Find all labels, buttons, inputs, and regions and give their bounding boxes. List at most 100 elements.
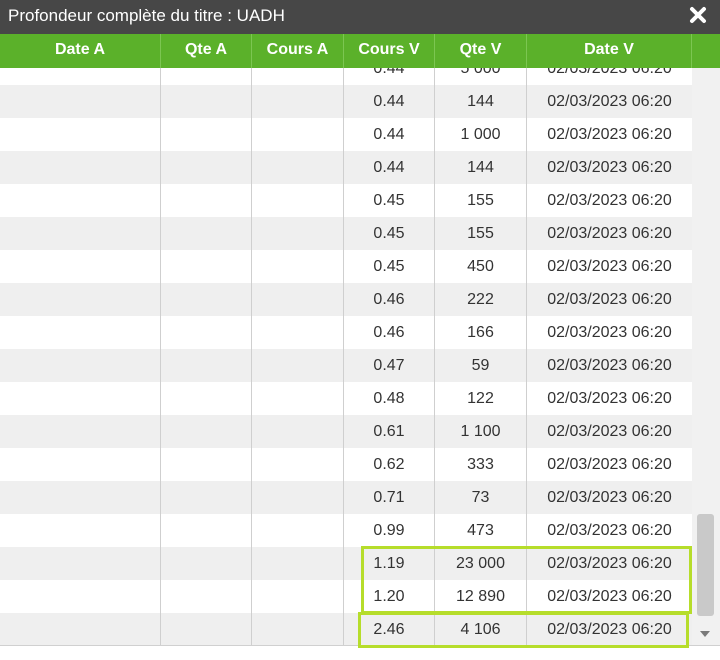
cell-date-a — [0, 382, 161, 415]
table-row[interactable]: 0.44 144 02/03/2023 06:20 — [0, 151, 692, 184]
table-row[interactable]: 2.46 4 106 02/03/2023 06:20 — [0, 613, 692, 645]
table-row[interactable]: 0.45 155 02/03/2023 06:20 — [0, 217, 692, 250]
cell-qte-a — [161, 514, 252, 547]
table-row[interactable]: 0.62 333 02/03/2023 06:20 — [0, 448, 692, 481]
header-filler — [692, 34, 720, 68]
cell-cours-v: 0.44 — [344, 118, 435, 151]
close-icon[interactable] — [688, 5, 708, 25]
cell-qte-a — [161, 68, 252, 85]
cell-cours-v: 2.46 — [344, 613, 435, 645]
dialog-title: Profondeur complète du titre : UADH — [8, 6, 285, 25]
cell-date-v: 02/03/2023 06:20 — [547, 93, 672, 110]
column-header-qte-a[interactable]: Qte A — [161, 34, 252, 68]
cell-qte-a — [161, 415, 252, 448]
cell-cours-v: 0.71 — [344, 481, 435, 514]
cell-qte-v: 222 — [435, 283, 527, 316]
table-header: Date A Qte A Cours A Cours V Qte V Date … — [0, 34, 720, 68]
table-row[interactable]: 0.99 473 02/03/2023 06:20 — [0, 514, 692, 547]
table-row[interactable]: 0.44 144 02/03/2023 06:20 — [0, 85, 692, 118]
cell-date-v: 02/03/2023 06:20 — [547, 225, 672, 242]
cell-date-a — [0, 349, 161, 382]
vertical-scrollbar[interactable] — [692, 68, 720, 645]
cell-date-v: 02/03/2023 06:20 — [547, 192, 672, 209]
cell-qte-a — [161, 613, 252, 645]
cell-qte-a — [161, 547, 252, 580]
table-row[interactable]: 1.19 23 000 02/03/2023 06:20 — [0, 547, 692, 580]
table-row[interactable]: 0.61 1 100 02/03/2023 06:20 — [0, 415, 692, 448]
cell-date-a — [0, 118, 161, 151]
table-row[interactable]: 0.45 155 02/03/2023 06:20 — [0, 184, 692, 217]
cell-cours-v: 0.48 — [344, 382, 435, 415]
cell-qte-v: 5 000 — [435, 68, 527, 85]
cell-qte-v: 450 — [435, 250, 527, 283]
cell-date-a — [0, 184, 161, 217]
table-row[interactable]: 0.46 166 02/03/2023 06:20 — [0, 316, 692, 349]
cell-cours-a — [252, 250, 344, 283]
column-header-qte-v[interactable]: Qte V — [435, 34, 527, 68]
cell-qte-a — [161, 151, 252, 184]
cell-qte-v: 473 — [435, 514, 527, 547]
cell-date-v: 02/03/2023 06:20 — [547, 126, 672, 143]
cell-cours-a — [252, 349, 344, 382]
cell-cours-a — [252, 415, 344, 448]
table-row[interactable]: 0.45 450 02/03/2023 06:20 — [0, 250, 692, 283]
cell-cours-v: 0.46 — [344, 316, 435, 349]
cell-date-a — [0, 448, 161, 481]
table-row[interactable]: 0.44 5 000 02/03/2023 06:20 — [0, 68, 692, 85]
table-row[interactable]: 0.44 1 000 02/03/2023 06:20 — [0, 118, 692, 151]
cell-date-a — [0, 68, 161, 85]
table-row[interactable]: 0.48 122 02/03/2023 06:20 — [0, 382, 692, 415]
cell-qte-v: 144 — [435, 151, 527, 184]
cell-date-v: 02/03/2023 06:20 — [547, 588, 672, 605]
cell-cours-a — [252, 184, 344, 217]
cell-date-a — [0, 217, 161, 250]
cell-cours-v: 0.45 — [344, 184, 435, 217]
cell-cours-v: 0.44 — [344, 151, 435, 184]
cell-cours-v: 0.45 — [344, 217, 435, 250]
cell-qte-a — [161, 283, 252, 316]
column-header-cours-v[interactable]: Cours V — [344, 34, 435, 68]
cell-cours-a — [252, 217, 344, 250]
column-header-date-a[interactable]: Date A — [0, 34, 161, 68]
column-header-date-v[interactable]: Date V — [527, 34, 692, 68]
cell-qte-v: 59 — [435, 349, 527, 382]
cell-qte-a — [161, 580, 252, 613]
cell-date-v: 02/03/2023 06:20 — [547, 68, 672, 77]
table-body[interactable]: 0.44 5 000 02/03/2023 06:20 0.44 144 02/03/20… — [0, 68, 692, 645]
cell-qte-a — [161, 316, 252, 349]
cell-date-v: 02/03/2023 06:20 — [547, 621, 672, 638]
cell-date-a — [0, 580, 161, 613]
column-header-cours-a[interactable]: Cours A — [252, 34, 344, 68]
cell-qte-v: 333 — [435, 448, 527, 481]
table-row[interactable]: 0.71 73 02/03/2023 06:20 — [0, 481, 692, 514]
dialog-bottom-edge — [0, 645, 720, 660]
cell-qte-v: 12 890 — [435, 580, 527, 613]
table-row[interactable]: 0.47 59 02/03/2023 06:20 — [0, 349, 692, 382]
cell-cours-v: 0.45 — [344, 250, 435, 283]
table-row[interactable]: 1.20 12 890 02/03/2023 06:20 — [0, 580, 692, 613]
cell-date-a — [0, 151, 161, 184]
cell-cours-a — [252, 613, 344, 645]
cell-qte-a — [161, 250, 252, 283]
table-row[interactable]: 0.46 222 02/03/2023 06:20 — [0, 283, 692, 316]
cell-date-v: 02/03/2023 06:20 — [547, 324, 672, 341]
cell-date-a — [0, 547, 161, 580]
cell-qte-a — [161, 217, 252, 250]
cell-cours-a — [252, 68, 344, 85]
cell-cours-v: 0.61 — [344, 415, 435, 448]
cell-cours-a — [252, 514, 344, 547]
cell-date-v: 02/03/2023 06:20 — [547, 555, 672, 572]
dialog-titlebar: Profondeur complète du titre : UADH — [0, 0, 720, 34]
scroll-down-arrow-icon[interactable] — [700, 631, 710, 637]
close-icon-glyph — [690, 7, 706, 23]
scrollbar-thumb[interactable] — [697, 514, 714, 616]
cell-qte-v: 73 — [435, 481, 527, 514]
cell-cours-a — [252, 151, 344, 184]
cell-date-a — [0, 514, 161, 547]
cell-date-v: 02/03/2023 06:20 — [547, 258, 672, 275]
cell-cours-v: 0.46 — [344, 283, 435, 316]
cell-date-a — [0, 481, 161, 514]
cell-qte-a — [161, 481, 252, 514]
cell-cours-v: 1.20 — [344, 580, 435, 613]
cell-date-v: 02/03/2023 06:20 — [547, 159, 672, 176]
